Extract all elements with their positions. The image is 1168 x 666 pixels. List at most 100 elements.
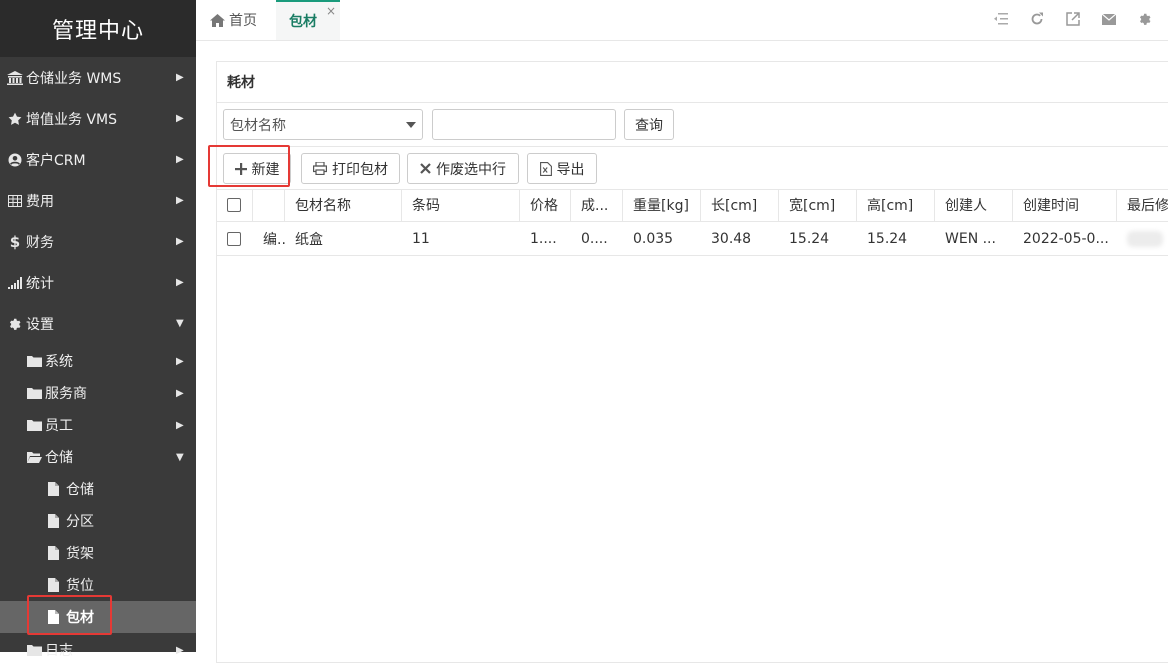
- sidebar-item-shelf[interactable]: 货架: [0, 537, 196, 569]
- menu-label: 费用: [26, 193, 54, 210]
- tab-label: 包材: [289, 14, 317, 30]
- edit-link[interactable]: 编...: [253, 222, 285, 255]
- search-row: 包材名称 查询: [217, 103, 1168, 147]
- user-circle-icon: [5, 152, 25, 168]
- menu-item-crm[interactable]: 客户CRM ▶: [0, 139, 196, 180]
- column-header[interactable]: 长[cm]: [701, 189, 779, 221]
- cell-height: 15.24: [867, 230, 908, 247]
- sidebar-item-label: 服务商: [45, 386, 87, 402]
- sidebar-item-label: 员工: [45, 418, 73, 434]
- file-icon: [48, 514, 62, 528]
- column-header[interactable]: 包材名称: [285, 189, 402, 221]
- column-header[interactable]: 创建时间: [1013, 189, 1117, 221]
- chevron-right-icon: ▶: [176, 236, 184, 247]
- menu-label: 统计: [26, 275, 54, 292]
- collapse-menu-icon[interactable]: [992, 10, 1010, 28]
- sidebar-item-warehouse-group[interactable]: 仓储 ▼: [0, 441, 196, 473]
- column-header[interactable]: 成...: [571, 189, 623, 221]
- folder-icon: [27, 418, 43, 432]
- chevron-down-icon: ▼: [176, 451, 184, 463]
- close-icon[interactable]: ×: [326, 4, 336, 18]
- excel-file-icon: [539, 161, 552, 176]
- menu-item-wms[interactable]: 仓储业务 WMS ▶: [0, 57, 196, 98]
- blurred-value: [1127, 230, 1163, 247]
- export-button[interactable]: 导出: [527, 153, 597, 184]
- table-row[interactable]: 编... 纸盒 11 1.... 0.... 0.035 30.48 15.24…: [217, 222, 1168, 256]
- search-input[interactable]: [432, 109, 616, 140]
- search-field-value: 包材名称: [230, 117, 286, 134]
- sidebar-item-packaging[interactable]: 包材: [0, 601, 196, 633]
- chevron-right-icon: ▶: [176, 387, 184, 399]
- chevron-right-icon: ▶: [176, 195, 184, 206]
- mail-icon[interactable]: [1100, 10, 1118, 28]
- chevron-right-icon: ▶: [176, 154, 184, 165]
- menu-item-fees[interactable]: 费用 ▶: [0, 180, 196, 221]
- menu-label: 客户CRM: [26, 152, 86, 169]
- plus-icon: [234, 162, 247, 175]
- main-content: 耗材 包材名称 查询 新建 打印包材 作废选中行 导出 包材名称 条码 价格 成…: [196, 41, 1168, 663]
- external-link-icon[interactable]: [1064, 10, 1082, 28]
- dollar-icon: $: [9, 232, 21, 251]
- new-button[interactable]: 新建: [223, 153, 291, 184]
- menu-item-finance[interactable]: $ 财务 ▶: [0, 221, 196, 262]
- sidebar-item-warehouse[interactable]: 仓储: [0, 473, 196, 505]
- search-button[interactable]: 查询: [624, 109, 674, 140]
- menu-label: 增值业务 VMS: [26, 111, 117, 128]
- printer-icon: [313, 162, 327, 175]
- panel-title: 耗材: [217, 62, 1168, 103]
- refresh-icon[interactable]: [1028, 10, 1046, 28]
- void-button-label: 作废选中行: [436, 161, 506, 178]
- folder-icon: [27, 386, 43, 400]
- cell-width: 15.24: [789, 230, 830, 247]
- row-select-cell: [217, 222, 253, 255]
- sidebar-item-zone[interactable]: 分区: [0, 505, 196, 537]
- column-header[interactable]: 最后修: [1117, 189, 1168, 221]
- column-header[interactable]: 宽[cm]: [779, 189, 857, 221]
- toolbar: 新建 打印包材 作废选中行 导出: [217, 147, 1168, 190]
- sidebar-item-location[interactable]: 货位: [0, 569, 196, 601]
- folder-open-icon: [27, 450, 43, 464]
- search-field-select[interactable]: 包材名称: [223, 109, 423, 140]
- file-icon: [48, 610, 62, 624]
- menu-item-settings[interactable]: 设置 ▼: [0, 303, 196, 344]
- sidebar-item-staff[interactable]: 员工 ▶: [0, 409, 196, 441]
- cell-price: 1....: [530, 230, 557, 247]
- sidebar-item-label: 系统: [45, 354, 73, 370]
- file-icon: [48, 482, 62, 496]
- column-header[interactable]: 高[cm]: [857, 189, 935, 221]
- home-icon: [210, 13, 225, 27]
- menu-item-vms[interactable]: 增值业务 VMS ▶: [0, 98, 196, 139]
- cell-barcode: 11: [412, 230, 430, 247]
- sidebar-item-label: 包材: [66, 610, 94, 626]
- gear-icon: [5, 316, 25, 332]
- column-header: [253, 189, 285, 221]
- column-header[interactable]: 重量[kg]: [623, 189, 701, 221]
- tab-packaging[interactable]: 包材 ×: [276, 0, 340, 40]
- cell-creator: WEN ...: [945, 230, 996, 247]
- tab-home[interactable]: 首页: [210, 0, 257, 40]
- packaging-panel: 耗材 包材名称 查询 新建 打印包材 作废选中行 导出 包材名称 条码 价格 成…: [216, 61, 1168, 663]
- column-header[interactable]: 价格: [520, 189, 571, 221]
- select-all-checkbox[interactable]: [227, 198, 241, 212]
- sidebar-item-log[interactable]: 日志 ▶: [0, 634, 196, 666]
- column-header[interactable]: 条码: [402, 189, 520, 221]
- column-header[interactable]: 创建人: [935, 189, 1013, 221]
- table-header-row: 包材名称 条码 价格 成... 重量[kg] 长[cm] 宽[cm] 高[cm]…: [217, 189, 1168, 222]
- signal-bars-icon: [5, 275, 25, 291]
- star-icon: [5, 111, 25, 127]
- tab-bar: 首页 包材 ×: [196, 0, 1168, 41]
- void-selected-button[interactable]: 作废选中行: [407, 153, 519, 184]
- cell-length: 30.48: [711, 230, 752, 247]
- chevron-right-icon: ▶: [176, 72, 184, 83]
- cell-name: 纸盒: [295, 231, 323, 248]
- row-checkbox[interactable]: [227, 231, 241, 246]
- sidebar-item-provider[interactable]: 服务商 ▶: [0, 377, 196, 409]
- sidebar-item-system[interactable]: 系统 ▶: [0, 345, 196, 377]
- gear-icon[interactable]: [1136, 10, 1154, 28]
- cell-created-time: 2022-05-0...: [1023, 230, 1109, 247]
- cell-weight: 0.035: [633, 230, 674, 247]
- menu-item-stats[interactable]: 统计 ▶: [0, 262, 196, 303]
- print-button[interactable]: 打印包材: [301, 153, 400, 184]
- cell-cost: 0....: [581, 230, 608, 247]
- sidebar-item-label: 日志: [45, 643, 73, 659]
